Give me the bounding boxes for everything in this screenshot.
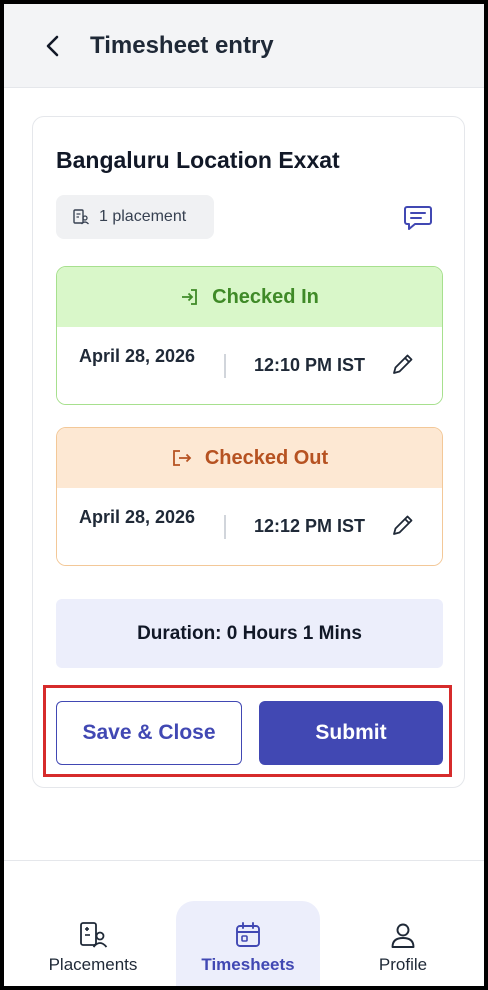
checked-in-panel: Checked In April 28, 2026 12:10 PM IST — [56, 266, 443, 405]
nav-item-placements[interactable]: Placements — [34, 901, 152, 986]
nav-item-profile[interactable]: Profile — [348, 901, 458, 986]
placements-icon — [80, 922, 108, 948]
submit-button[interactable]: Submit — [259, 701, 443, 765]
duration-summary: Duration: 0 Hours 1 Mins — [56, 599, 443, 668]
timesheet-card: Bangaluru Location Exxat 1 placement Che… — [32, 116, 465, 788]
divider — [224, 354, 226, 378]
page-title: Timesheet entry — [90, 31, 274, 59]
app-screen: Timesheet entry Bangaluru Location Exxat… — [4, 4, 484, 986]
message-icon[interactable] — [403, 204, 433, 232]
checked-out-header: Checked Out — [57, 428, 442, 488]
back-button[interactable] — [38, 31, 68, 61]
placement-icon — [73, 209, 89, 225]
calendar-icon — [236, 922, 260, 947]
bottom-navigation: Placements Timesheets Profile — [4, 860, 484, 986]
user-icon — [391, 923, 415, 948]
placement-chip-label: 1 placement — [99, 208, 187, 225]
divider — [224, 515, 226, 539]
chevron-left-icon — [46, 35, 59, 56]
top-bar: Timesheet entry — [4, 4, 484, 88]
save-close-button[interactable]: Save & Close — [56, 701, 242, 765]
checked-out-time: 12:12 PM IST — [254, 516, 366, 536]
login-icon — [182, 289, 198, 305]
pencil-icon — [393, 354, 413, 374]
pencil-icon — [393, 515, 413, 535]
nav-item-timesheets[interactable]: Timesheets — [176, 901, 320, 986]
checked-out-date: April 28, 2026 — [79, 507, 196, 527]
checked-out-details: April 28, 2026 12:12 PM IST — [57, 488, 442, 565]
checked-in-date: April 28, 2026 — [79, 346, 196, 366]
checked-out-panel: Checked Out April 28, 2026 12:12 PM IST — [56, 427, 443, 566]
placement-chip[interactable]: 1 placement — [56, 195, 214, 239]
logout-icon — [172, 450, 192, 466]
nav-label-placements: Placements — [48, 955, 138, 974]
checked-in-header: Checked In — [57, 267, 442, 327]
nav-label-timesheets: Timesheets — [201, 955, 295, 974]
edit-checkin-button[interactable] — [390, 351, 416, 377]
checked-out-label: Checked Out — [204, 446, 329, 469]
location-title: Bangaluru Location Exxat — [56, 147, 340, 173]
checked-in-details: April 28, 2026 12:10 PM IST — [57, 327, 442, 404]
edit-checkout-button[interactable] — [390, 512, 416, 538]
checked-in-time: 12:10 PM IST — [254, 355, 366, 375]
checked-in-label: Checked In — [212, 285, 319, 308]
nav-label-profile: Profile — [378, 955, 428, 974]
